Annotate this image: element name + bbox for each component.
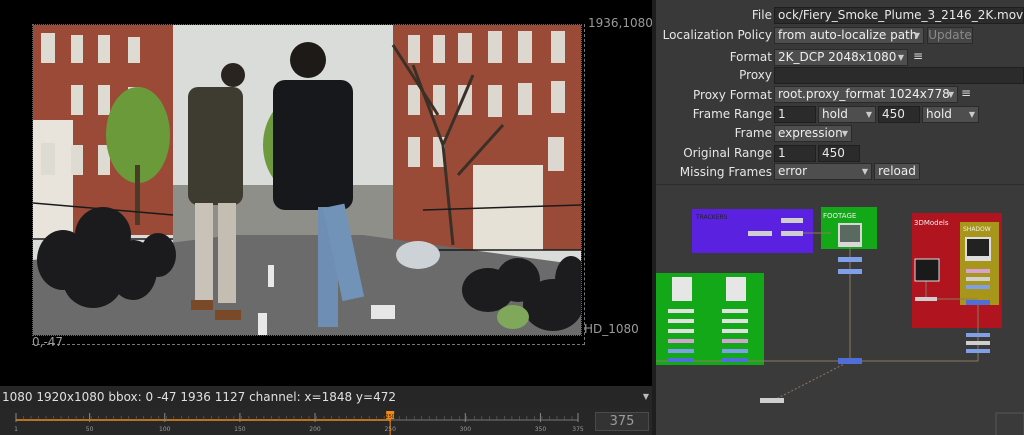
localization-policy-dropdown[interactable]: from auto-localize path ▼ (774, 27, 924, 44)
localization-policy-label: Localization Policy (662, 28, 772, 42)
chevron-down-icon: ▼ (841, 129, 848, 138)
read-node-properties: File ock/Fiery_Smoke_Plume_3_2146_2K.mov… (656, 0, 1024, 184)
frame-range-end-field[interactable]: 450 (878, 106, 920, 123)
chevron-down-icon: ▼ (913, 31, 920, 40)
file-path-field[interactable]: ock/Fiery_Smoke_Plume_3_2146_2K.mov (774, 7, 1024, 24)
node-graph[interactable]: TRACKERS FOOTAGE 3DModels SHADOW (656, 184, 1024, 435)
frame-range-after-value: hold (926, 107, 952, 121)
original-range-end-field[interactable]: 450 (818, 145, 860, 162)
timeline-tick-label: 375 (572, 426, 584, 433)
chevron-down-icon: ▼ (897, 53, 904, 62)
graph-navigator[interactable] (995, 412, 1024, 435)
proxy-format-label: Proxy Format (693, 88, 772, 102)
timeline-tick-label: 200 (309, 426, 321, 433)
proxy-format-dropdown[interactable]: root.proxy_format 1024x778 ▼ (774, 86, 958, 103)
street-scene-image (33, 25, 581, 335)
frame-range-label: Frame Range (692, 107, 772, 121)
frame-range-before-value: hold (822, 107, 848, 121)
viewer-image (33, 25, 581, 335)
chevron-down-icon: ▼ (947, 90, 954, 99)
frame-mode-dropdown[interactable]: expression ▼ (774, 125, 852, 142)
missing-frames-value: error (778, 164, 808, 178)
model-node-thumbnail[interactable] (914, 258, 940, 282)
viewer-info-text: 1080 1920x1080 bbox: 0 -47 1936 1127 cha… (2, 390, 396, 404)
missing-frames-label: Missing Frames (679, 165, 772, 179)
format-edit-icon[interactable]: ≡ (913, 49, 923, 63)
timeline-ruler[interactable]: 150100150200250300350375250 (6, 408, 588, 435)
backdrop-shadow[interactable] (960, 222, 999, 305)
proxy-format-value: root.proxy_format 1024x778 (778, 87, 950, 101)
merge-node[interactable] (838, 358, 862, 364)
viewer-info-bar: 1080 1920x1080 bbox: 0 -47 1936 1127 cha… (0, 386, 652, 408)
timeline[interactable]: 150100150200250300350375250 375 (0, 408, 652, 435)
backdrop-trackers-label: TRACKERS (695, 214, 728, 221)
info-bar-menu-icon[interactable]: ▼ (643, 386, 649, 408)
reload-button[interactable]: reload (874, 163, 920, 180)
viewer-node[interactable] (760, 398, 784, 403)
proxy-format-edit-icon[interactable]: ≡ (961, 86, 971, 100)
frame-range-start-field[interactable]: 1 (774, 106, 816, 123)
frame-mode-value: expression (778, 126, 843, 140)
backdrop-footage-label: FOOTAGE (823, 212, 856, 220)
end-frame-field[interactable]: 375 (595, 412, 649, 431)
timeline-tick-label: 300 (460, 426, 472, 433)
timeline-tick-label: 100 (159, 426, 171, 433)
node[interactable] (838, 269, 862, 274)
format-label: Format (729, 50, 772, 64)
format-label: HD_1080 (584, 322, 639, 336)
tracker-node[interactable] (781, 218, 803, 223)
timeline-tick-label: 350 (535, 426, 547, 433)
frame-range-before-dropdown[interactable]: hold ▼ (818, 106, 876, 123)
chevron-down-icon: ▼ (865, 110, 872, 119)
update-button[interactable]: Update (927, 27, 973, 44)
file-label: File (751, 8, 772, 22)
tracker-node[interactable] (748, 231, 772, 236)
timeline-tick-label: 1 (14, 426, 18, 433)
bbox-top-right-label: 1936,1080 (588, 16, 652, 30)
node[interactable] (838, 257, 862, 262)
missing-frames-dropdown[interactable]: error ▼ (774, 163, 872, 180)
format-value: 2K_DCP 2048x1080 (778, 50, 897, 64)
backdrop-3dmodels-label: 3DModels (914, 219, 949, 227)
tracker-node[interactable] (781, 231, 803, 236)
chevron-down-icon: ▼ (968, 110, 975, 119)
output-node-stack[interactable] (966, 333, 990, 353)
localization-policy-value: from auto-localize path (778, 28, 918, 42)
chevron-down-icon: ▼ (861, 167, 868, 176)
proxy-label: Proxy (739, 68, 772, 82)
node[interactable] (915, 297, 937, 301)
proxy-path-field[interactable] (774, 67, 1024, 84)
format-dropdown[interactable]: 2K_DCP 2048x1080 ▼ (774, 49, 908, 66)
frame-label: Frame (734, 126, 772, 140)
original-range-start-field[interactable]: 1 (774, 145, 816, 162)
backdrop-shadow-label: SHADOW (963, 226, 991, 233)
frame-range-after-dropdown[interactable]: hold ▼ (922, 106, 979, 123)
timeline-tick-label: 50 (86, 426, 94, 433)
original-range-label: Original Range (683, 146, 772, 160)
viewer[interactable]: 1936,1080 0,-47 HD_1080 (0, 0, 652, 386)
node-graph-canvas[interactable]: TRACKERS FOOTAGE 3DModels SHADOW (656, 185, 1024, 435)
bbox-bottom-left-label: 0,-47 (32, 335, 64, 349)
timeline-tick-label: 150 (234, 426, 246, 433)
